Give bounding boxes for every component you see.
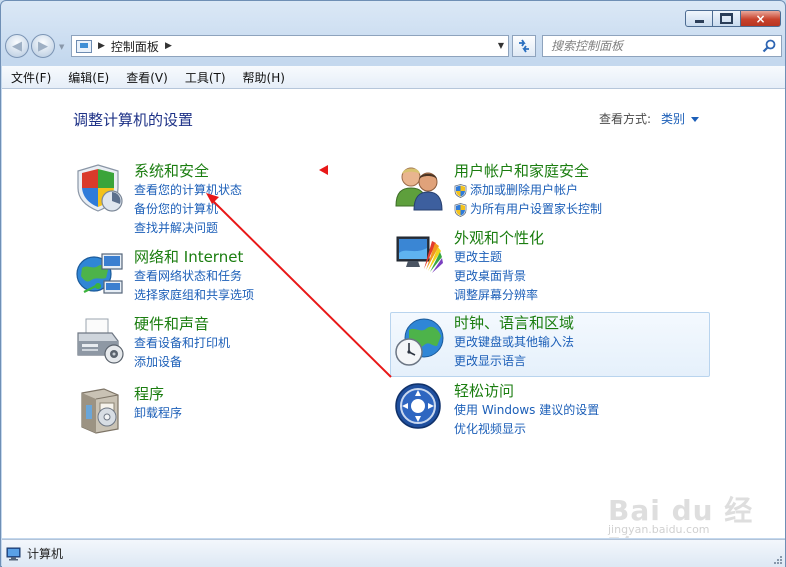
link-homegroup-sharing[interactable]: 选择家庭组和共享选项 — [134, 286, 374, 305]
breadcrumb-chevron-icon[interactable]: ▶ — [165, 41, 172, 51]
watermark-site: jingyan.baidu.com — [608, 523, 710, 536]
address-bar[interactable]: ▶ 控制面板 ▶ ▼ — [71, 35, 509, 57]
address-dropdown-icon[interactable]: ▼ — [498, 41, 504, 50]
category-text: 网络和 Internet 查看网络状态和任务 选择家庭组和共享选项 — [134, 248, 374, 305]
view-by-control: 查看方式: 类别 — [599, 110, 700, 127]
refresh-icon — [519, 39, 529, 53]
uac-shield-icon — [454, 202, 467, 217]
category-title[interactable]: 系统和安全 — [134, 162, 374, 181]
uac-shield-icon — [454, 183, 467, 198]
content-pane: 调整计算机的设置 查看方式: 类别 系统和安全 查看您的计算机状态 备份您的计算… — [2, 89, 785, 538]
category-text: 硬件和声音 查看设备和打印机 添加设备 — [134, 315, 374, 372]
category-title[interactable]: 网络和 Internet — [134, 248, 374, 267]
link-network-status[interactable]: 查看网络状态和任务 — [134, 267, 374, 286]
link-troubleshoot[interactable]: 查找并解决问题 — [134, 219, 374, 238]
forward-button[interactable]: ▶ — [31, 34, 55, 58]
link-backup-computer[interactable]: 备份您的计算机 — [134, 200, 374, 219]
printer-icon[interactable] — [74, 315, 126, 367]
navigation-bar: ◀ ▶ ▼ ▶ 控制面板 ▶ ▼ — [1, 31, 786, 61]
shield-icon[interactable] — [74, 162, 126, 214]
maximize-icon — [720, 13, 733, 24]
category-title[interactable]: 轻松访问 — [454, 382, 694, 401]
menu-help[interactable]: 帮助(H) — [234, 69, 293, 86]
close-icon: × — [755, 11, 766, 26]
network-globe-icon[interactable] — [74, 248, 126, 300]
page-title: 调整计算机的设置 — [73, 111, 194, 129]
menu-bar: 文件(F) 编辑(E) 查看(V) 工具(T) 帮助(H) — [2, 66, 785, 89]
view-by-dropdown[interactable]: 类别 — [661, 110, 685, 127]
back-button[interactable]: ◀ — [5, 34, 29, 58]
link-desktop-background[interactable]: 更改桌面背景 — [454, 267, 694, 286]
minimize-button[interactable] — [685, 10, 713, 27]
breadcrumb-chevron-icon[interactable]: ▶ — [98, 41, 105, 51]
red-triangle-marker — [319, 165, 328, 175]
programs-box-icon[interactable] — [74, 385, 126, 437]
monitor-palette-icon[interactable] — [394, 229, 446, 281]
link-parental-controls[interactable]: 为所有用户设置家长控制 — [454, 200, 694, 219]
link-add-device[interactable]: 添加设备 — [134, 353, 374, 372]
category-title[interactable]: 外观和个性化 — [454, 229, 694, 248]
recent-pages-dropdown[interactable]: ▼ — [59, 43, 64, 51]
arrow-left-icon: ◀ — [12, 38, 22, 54]
category-text: 系统和安全 查看您的计算机状态 备份您的计算机 查找并解决问题 — [134, 162, 374, 238]
category-text: 轻松访问 使用 Windows 建议的设置 优化视频显示 — [454, 382, 694, 439]
ease-of-access-icon[interactable] — [394, 382, 446, 434]
globe-clock-icon[interactable] — [395, 316, 447, 368]
link-change-keyboard-input[interactable]: 更改键盘或其他输入法 — [454, 333, 694, 352]
breadcrumb-control-panel[interactable]: 控制面板 — [111, 38, 159, 55]
view-by-label: 查看方式: — [599, 112, 652, 126]
menu-tools[interactable]: 工具(T) — [176, 69, 234, 86]
link-optimize-visual-display[interactable]: 优化视频显示 — [454, 420, 694, 439]
minimize-icon — [694, 19, 704, 23]
link-screen-resolution[interactable]: 调整屏幕分辨率 — [454, 286, 694, 305]
link-devices-printers[interactable]: 查看设备和打印机 — [134, 334, 374, 353]
caption-buttons: × — [685, 10, 781, 27]
baidu-watermark: Bai du 经验 jingyan.baidu.com — [600, 481, 780, 538]
search-box[interactable] — [542, 35, 782, 57]
arrow-right-icon: ▶ — [38, 38, 48, 54]
link-change-theme[interactable]: 更改主题 — [454, 248, 694, 267]
computer-icon — [6, 547, 21, 560]
status-text: 计算机 — [27, 547, 64, 561]
refresh-button[interactable] — [512, 35, 536, 57]
close-button[interactable]: × — [741, 10, 781, 27]
link-add-remove-accounts[interactable]: 添加或删除用户帐户 — [454, 181, 694, 200]
category-text: 时钟、语言和区域 更改键盘或其他输入法 更改显示语言 — [454, 314, 694, 371]
search-input[interactable] — [551, 37, 756, 55]
search-icon[interactable] — [762, 39, 776, 53]
category-text: 外观和个性化 更改主题 更改桌面背景 调整屏幕分辨率 — [454, 229, 694, 305]
link-change-display-language[interactable]: 更改显示语言 — [454, 352, 694, 371]
control-panel-window: × ◀ ▶ ▼ ▶ 控制面板 ▶ ▼ 搜索控制面板 文件(F) 编辑(E) 查看… — [0, 0, 786, 567]
watermark-brand: Bai du 经验 — [608, 494, 754, 538]
link-recommended-settings[interactable]: 使用 Windows 建议的设置 — [454, 401, 694, 420]
menu-edit[interactable]: 编辑(E) — [59, 69, 117, 86]
link-uninstall-program[interactable]: 卸载程序 — [134, 404, 374, 423]
category-text: 程序 卸载程序 — [134, 385, 374, 423]
menu-file[interactable]: 文件(F) — [2, 69, 59, 86]
resize-grip-icon[interactable] — [773, 555, 783, 565]
category-title[interactable]: 硬件和声音 — [134, 315, 374, 334]
control-panel-icon — [76, 39, 92, 53]
category-title[interactable]: 时钟、语言和区域 — [454, 314, 694, 333]
category-title[interactable]: 程序 — [134, 385, 374, 404]
category-text: 用户帐户和家庭安全 添加或删除用户帐户 为所有用户设置家长控制 — [454, 162, 694, 219]
category-title[interactable]: 用户帐户和家庭安全 — [454, 162, 694, 181]
menu-view[interactable]: 查看(V) — [117, 69, 176, 86]
link-check-computer-status[interactable]: 查看您的计算机状态 — [134, 181, 374, 200]
maximize-button[interactable] — [713, 10, 741, 27]
users-icon[interactable] — [394, 162, 446, 214]
status-bar: 计算机 — [2, 539, 785, 567]
category-clock-region[interactable]: 时钟、语言和区域 更改键盘或其他输入法 更改显示语言 — [390, 312, 710, 377]
chevron-down-icon[interactable] — [691, 116, 700, 122]
